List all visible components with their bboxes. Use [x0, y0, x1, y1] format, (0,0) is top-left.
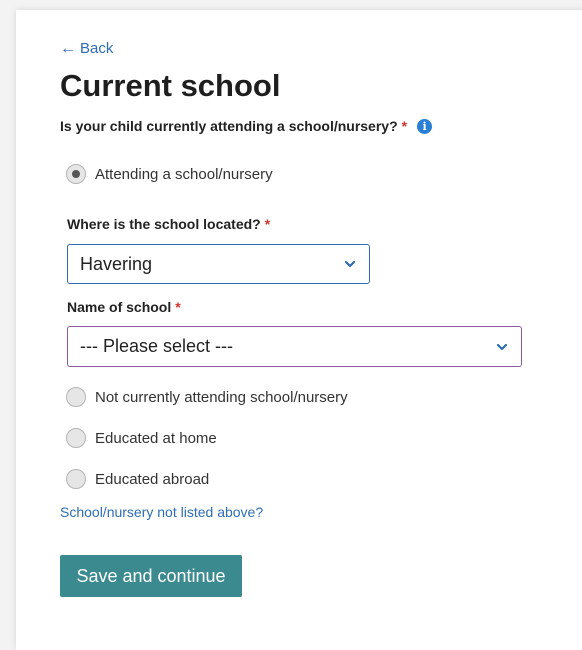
required-marker: *: [175, 299, 181, 315]
back-link[interactable]: ← Back: [60, 40, 113, 57]
radio-educated-home[interactable]: Educated at home: [66, 428, 217, 448]
school-not-listed-link[interactable]: School/nursery not listed above?: [60, 504, 263, 520]
school-label-text: Name of school: [67, 299, 172, 315]
radio-educated-abroad[interactable]: Educated abroad: [66, 469, 209, 489]
required-marker: *: [401, 118, 408, 134]
save-and-continue-button[interactable]: Save and continue: [60, 555, 242, 597]
chevron-down-icon: [344, 260, 356, 268]
required-marker: *: [264, 216, 271, 232]
chevron-down-icon: [496, 343, 508, 350]
info-icon[interactable]: i: [417, 118, 433, 134]
radio-attending-label: Attending a school/nursery: [95, 165, 273, 183]
location-label: Where is the school located? *: [67, 216, 270, 232]
attendance-question: Is your child currently attending a scho…: [60, 118, 433, 134]
arrow-left-icon: ←: [60, 39, 76, 57]
attendance-question-label: Is your child currently attending a scho…: [60, 118, 398, 134]
radio-button[interactable]: [66, 428, 86, 448]
radio-not-attending[interactable]: Not currently attending school/nursery: [66, 387, 348, 407]
radio-button[interactable]: [66, 469, 86, 489]
location-select[interactable]: Havering: [67, 244, 370, 284]
radio-attending[interactable]: Attending a school/nursery: [66, 164, 273, 184]
form-card: ← Back Current school Is your child curr…: [16, 10, 582, 650]
radio-button-checked[interactable]: [66, 164, 86, 184]
radio-educated-home-label: Educated at home: [95, 429, 217, 447]
page-title: Current school: [60, 68, 281, 103]
radio-educated-abroad-label: Educated abroad: [95, 470, 210, 488]
location-select-value: Havering: [80, 253, 153, 274]
location-label-text: Where is the school located?: [67, 216, 261, 232]
school-select[interactable]: --- Please select ---: [67, 326, 522, 367]
school-label: Name of school *: [67, 299, 181, 315]
radio-not-attending-label: Not currently attending school/nursery: [95, 388, 348, 406]
radio-button[interactable]: [66, 387, 86, 407]
school-select-value: --- Please select ---: [80, 336, 234, 356]
back-link-label: Back: [80, 40, 114, 57]
